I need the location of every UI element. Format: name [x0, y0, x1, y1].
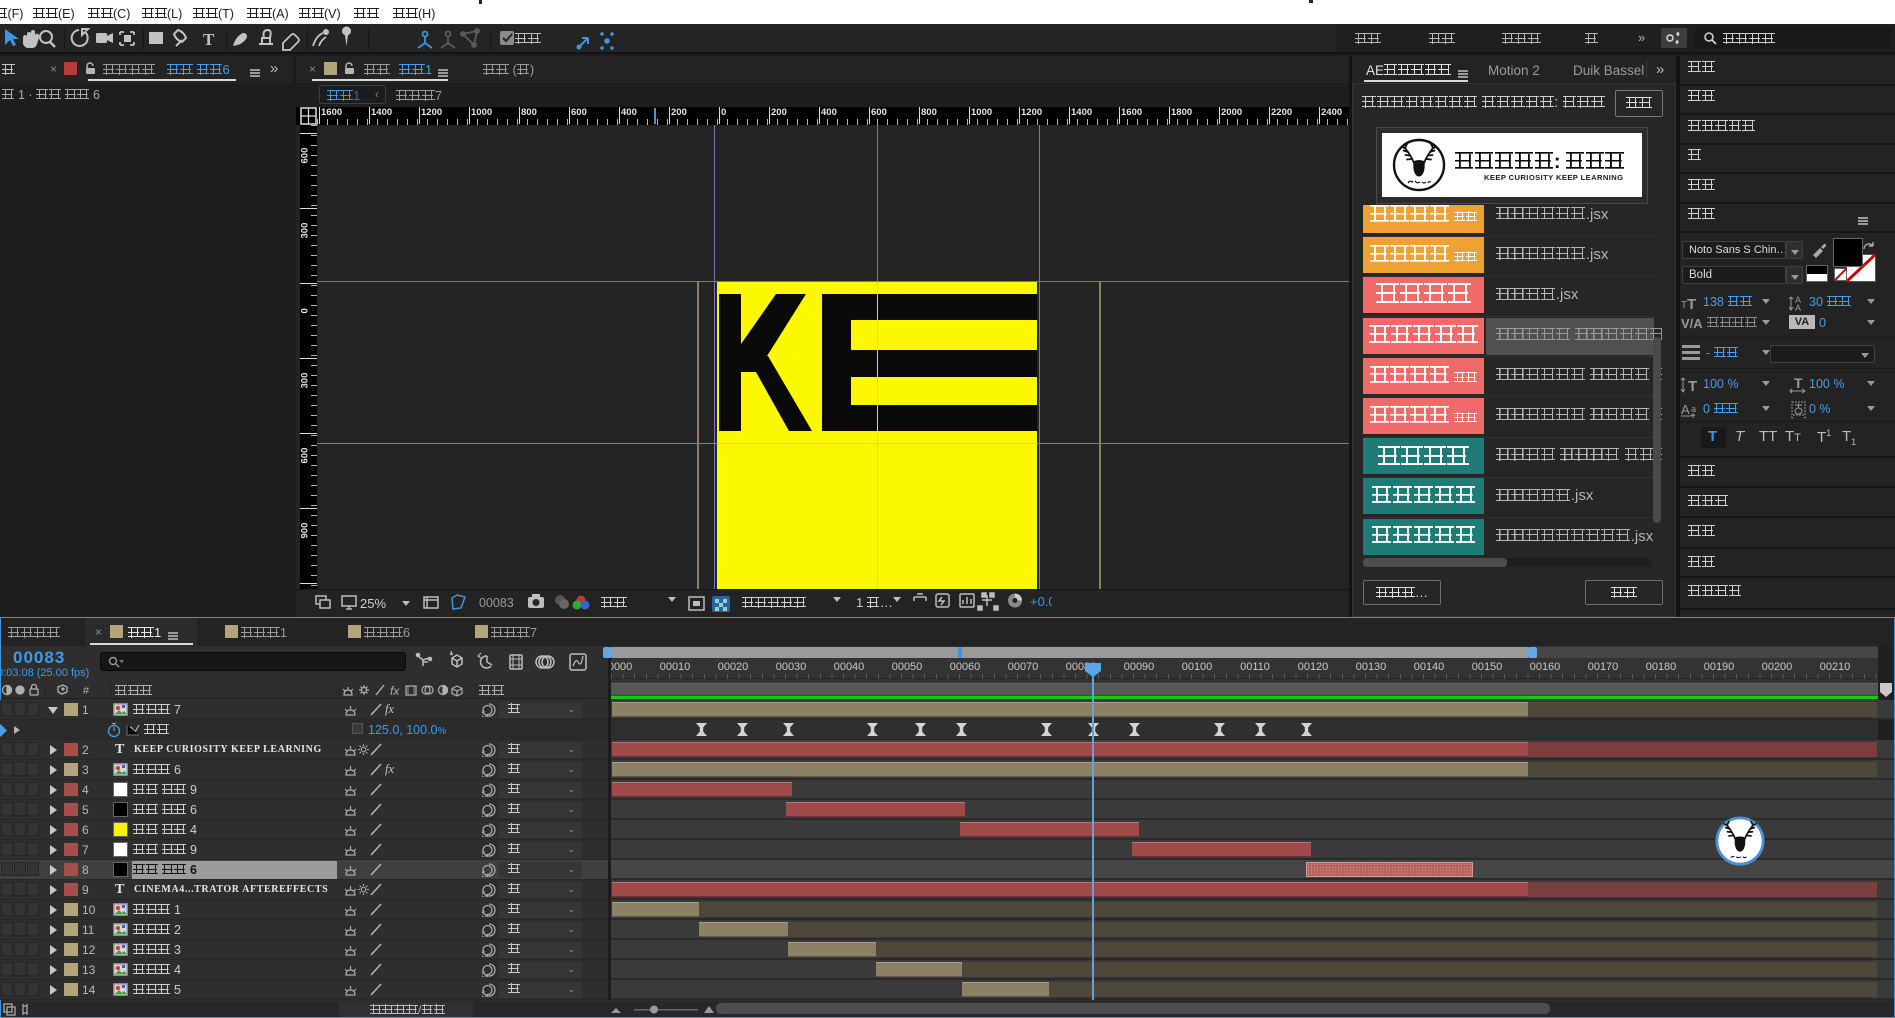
svg-text:A: A	[1795, 303, 1801, 312]
svg-text:a: a	[1691, 404, 1696, 414]
svg-text:A: A	[1681, 402, 1690, 417]
svg-text:T: T	[1794, 376, 1803, 391]
svg-text:fx: fx	[390, 684, 400, 698]
svg-text:+0.0: +0.0	[1030, 594, 1052, 609]
svg-text:25%: 25%	[360, 596, 386, 611]
svg-text:#: #	[83, 685, 90, 697]
svg-text:T: T	[1688, 378, 1697, 394]
svg-text:00083: 00083	[479, 596, 514, 610]
svg-text:T: T	[1687, 296, 1696, 312]
svg-text:T: T	[203, 30, 215, 49]
